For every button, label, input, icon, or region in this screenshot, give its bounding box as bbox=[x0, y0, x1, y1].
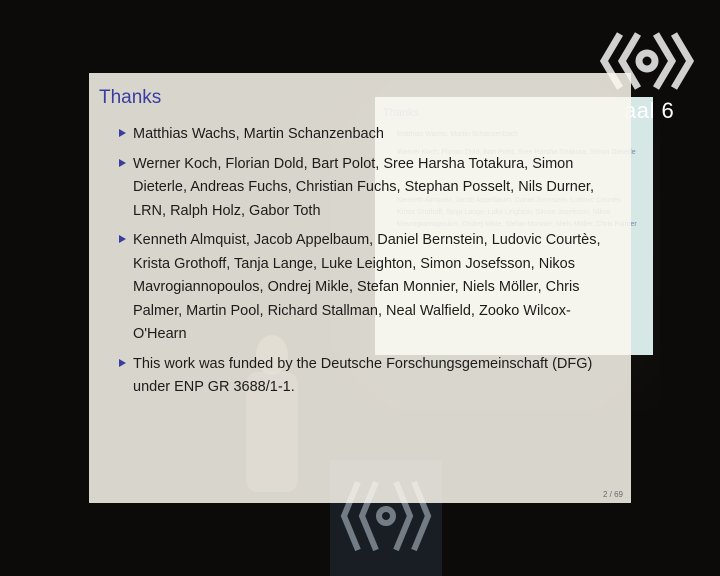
bullet-triangle-icon bbox=[119, 129, 126, 137]
bullet-text: This work was funded by the Deutsche For… bbox=[133, 355, 593, 396]
bullet-text: Matthias Wachs, Martin Schanzenbach bbox=[133, 126, 384, 142]
slide-overlay: Thanks Matthias Wachs, Martin Schanzenba… bbox=[89, 73, 631, 503]
bullet-list: Matthias Wachs, Martin Schanzenbach Wern… bbox=[119, 123, 608, 406]
page-number: 2 / 69 bbox=[602, 490, 623, 499]
bullet-item: Matthias Wachs, Martin Schanzenbach bbox=[119, 123, 608, 147]
bullet-text: Werner Koch, Florian Dold, Bart Polot, S… bbox=[133, 155, 594, 219]
channel-label: aal 6 bbox=[624, 98, 675, 123]
bullet-triangle-icon bbox=[119, 158, 126, 167]
bullet-item: This work was funded by the Deutsche For… bbox=[119, 353, 608, 400]
bullet-triangle-icon bbox=[119, 358, 126, 367]
slide-title: Thanks bbox=[99, 87, 162, 108]
bullet-triangle-icon bbox=[119, 235, 126, 243]
bullet-item: Werner Koch, Florian Dold, Bart Polot, S… bbox=[119, 153, 608, 224]
bullet-item: Kenneth Almquist, Jacob Appelbaum, Danie… bbox=[119, 229, 608, 347]
bullet-text: Kenneth Almquist, Jacob Appelbaum, Danie… bbox=[133, 232, 601, 342]
